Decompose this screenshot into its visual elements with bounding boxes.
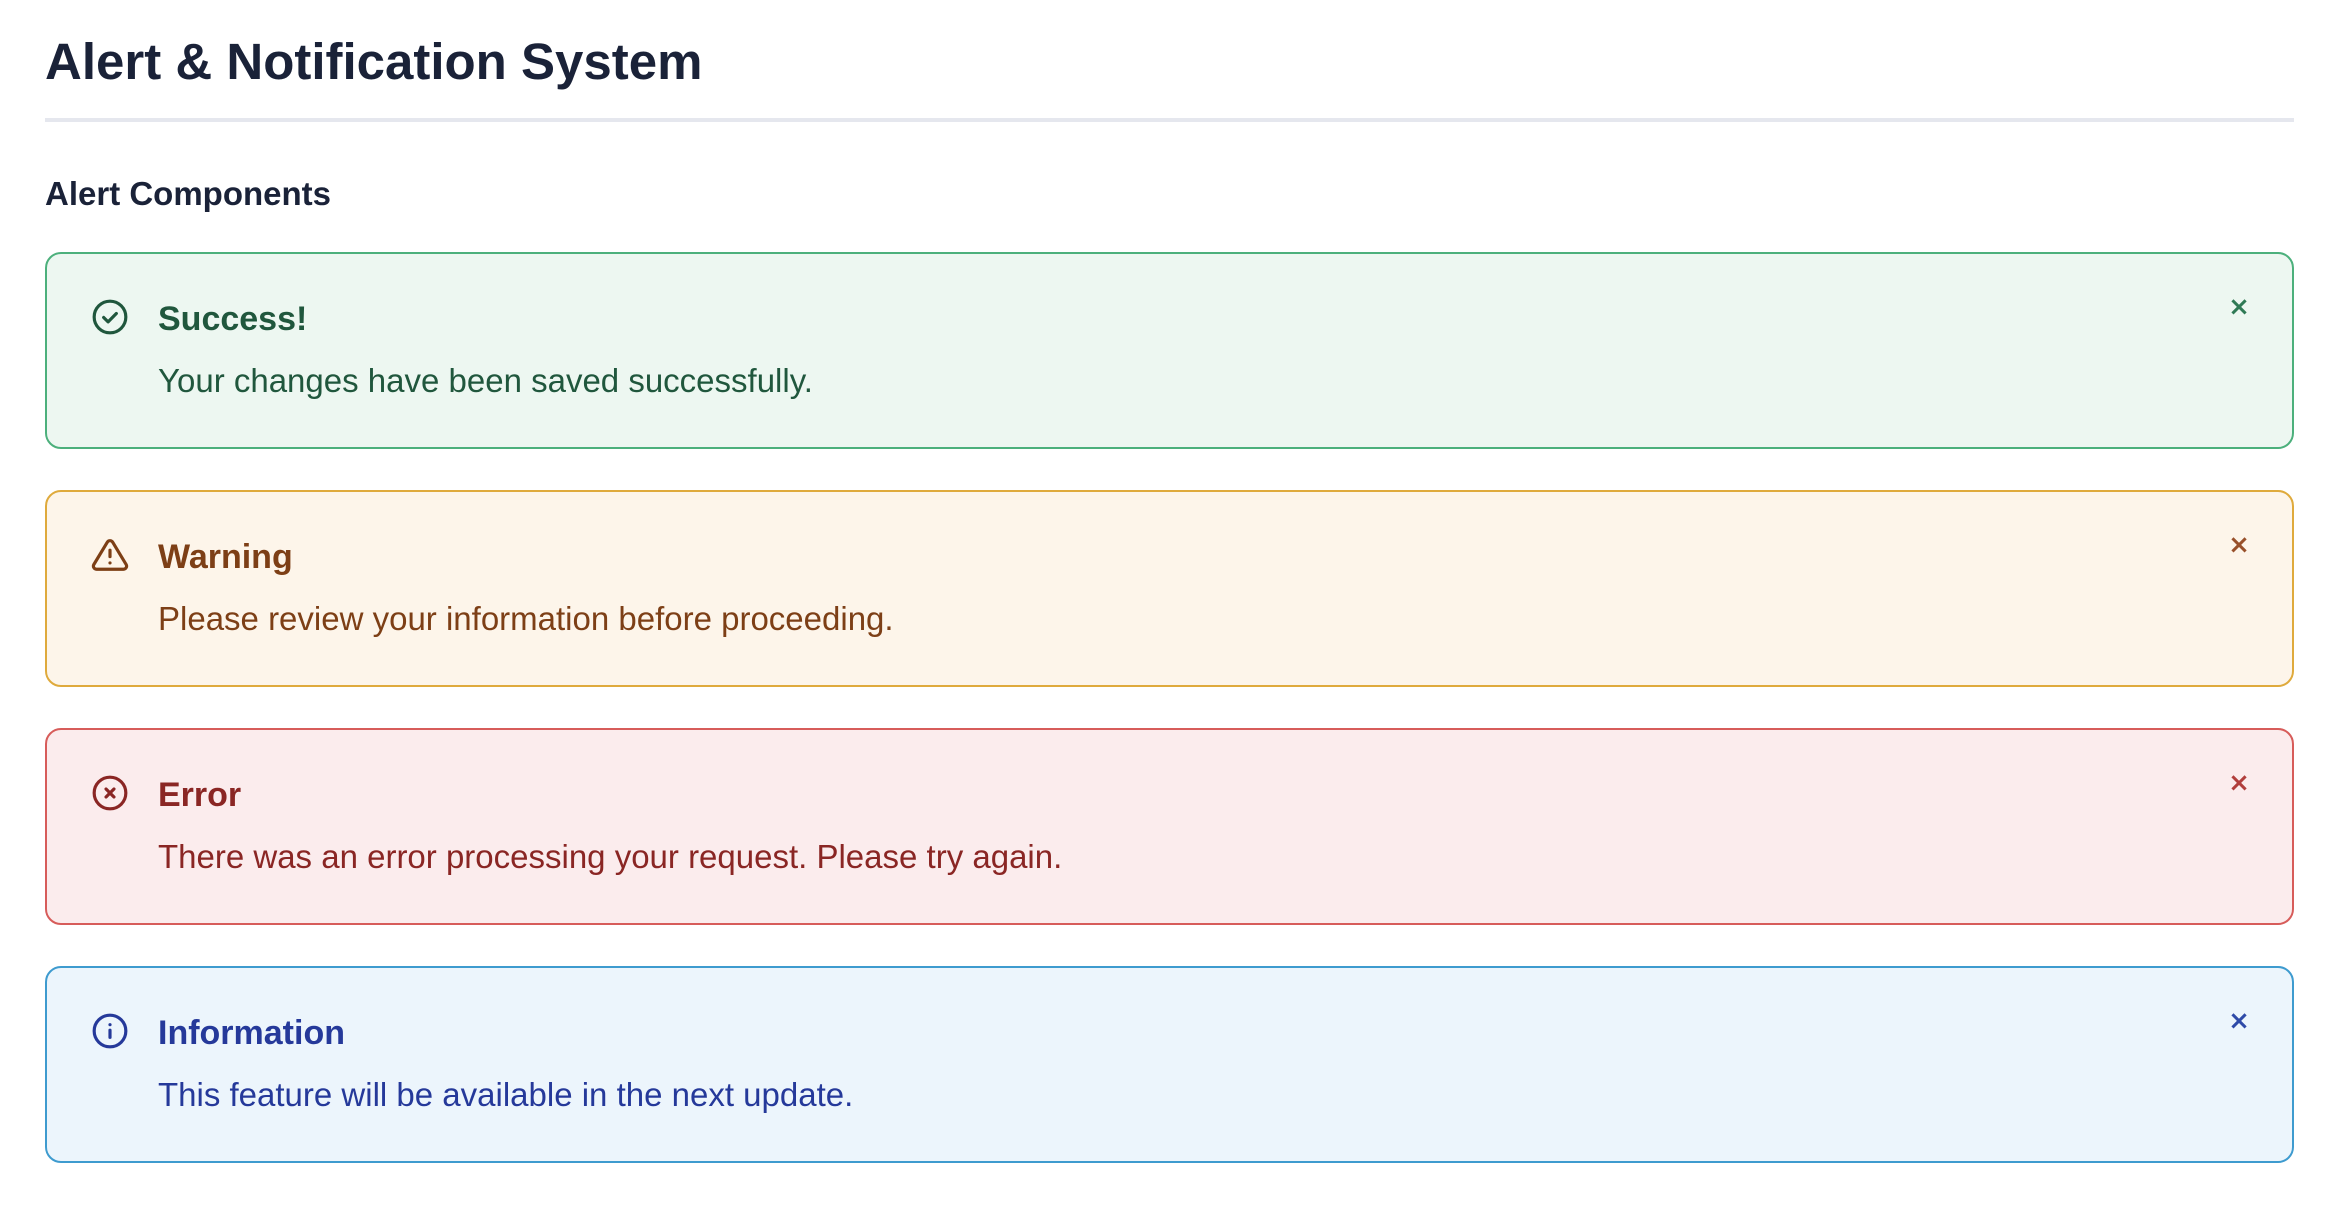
alert-title: Error: [158, 776, 242, 814]
alert-info: Information This feature will be availab…: [45, 966, 2294, 1163]
alert-title: Information: [158, 1014, 345, 1052]
close-button[interactable]: ×: [2224, 292, 2254, 322]
x-circle-icon: [91, 774, 129, 812]
info-circle-icon: [91, 1012, 129, 1050]
close-button[interactable]: ×: [2224, 1006, 2254, 1036]
alert-error: Error There was an error processing your…: [45, 728, 2294, 925]
alert-title: Warning: [158, 538, 293, 576]
warning-triangle-icon: [91, 536, 129, 574]
close-button[interactable]: ×: [2224, 768, 2254, 798]
alert-message: There was an error processing your reque…: [158, 838, 1063, 875]
alert-message: Please review your information before pr…: [158, 600, 894, 637]
page: Alert & Notification System Alert Compon…: [0, 0, 2344, 1163]
page-title: Alert & Notification System: [45, 33, 703, 90]
title-divider: [45, 118, 2294, 122]
alert-success: Success! Your changes have been saved su…: [45, 252, 2294, 449]
check-circle-icon: [91, 298, 129, 336]
alert-message: Your changes have been saved successfull…: [158, 362, 813, 399]
alert-message: This feature will be available in the ne…: [158, 1076, 854, 1113]
alert-list: Success! Your changes have been saved su…: [45, 252, 2294, 1163]
section-title: Alert Components: [45, 175, 332, 212]
close-button[interactable]: ×: [2224, 530, 2254, 560]
alert-title: Success!: [158, 300, 308, 338]
alert-warning: Warning Please review your information b…: [45, 490, 2294, 687]
